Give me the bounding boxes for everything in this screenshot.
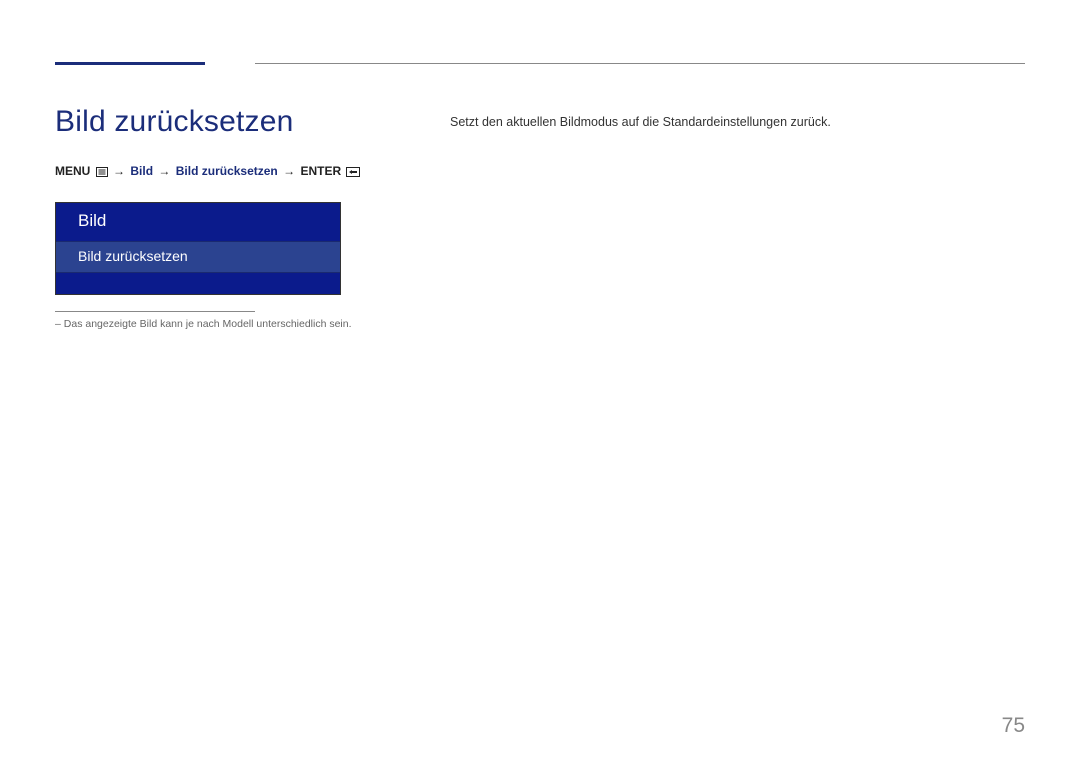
description-text: Setzt den aktuellen Bildmodus auf die St…: [450, 113, 1025, 132]
menu-preview-item: Bild zurücksetzen: [56, 241, 340, 272]
arrow-icon: →: [281, 164, 297, 178]
enter-icon: [346, 166, 360, 180]
breadcrumb-enter-label: ENTER: [300, 164, 341, 178]
arrow-icon: →: [156, 164, 172, 178]
page-number: 75: [1002, 714, 1025, 738]
breadcrumb-menu-label: MENU: [55, 164, 90, 178]
page-title: Bild zurücksetzen: [55, 105, 395, 139]
menu-icon: [96, 166, 108, 180]
menu-preview-header: Bild: [56, 203, 340, 241]
menu-preview-footer: [56, 272, 340, 294]
footnote-divider: [55, 311, 255, 312]
header-accent-rule: [55, 62, 205, 65]
menu-preview-box: Bild Bild zurücksetzen: [55, 202, 341, 295]
breadcrumb-step-2: Bild zurücksetzen: [176, 164, 278, 178]
footnote-text: – Das angezeigte Bild kann je nach Model…: [55, 318, 395, 330]
breadcrumb: MENU → Bild → Bild zurücksetzen → ENTER: [55, 164, 395, 180]
header-divider-rule: [255, 63, 1025, 64]
arrow-icon: →: [111, 164, 127, 178]
breadcrumb-step-1: Bild: [130, 164, 153, 178]
